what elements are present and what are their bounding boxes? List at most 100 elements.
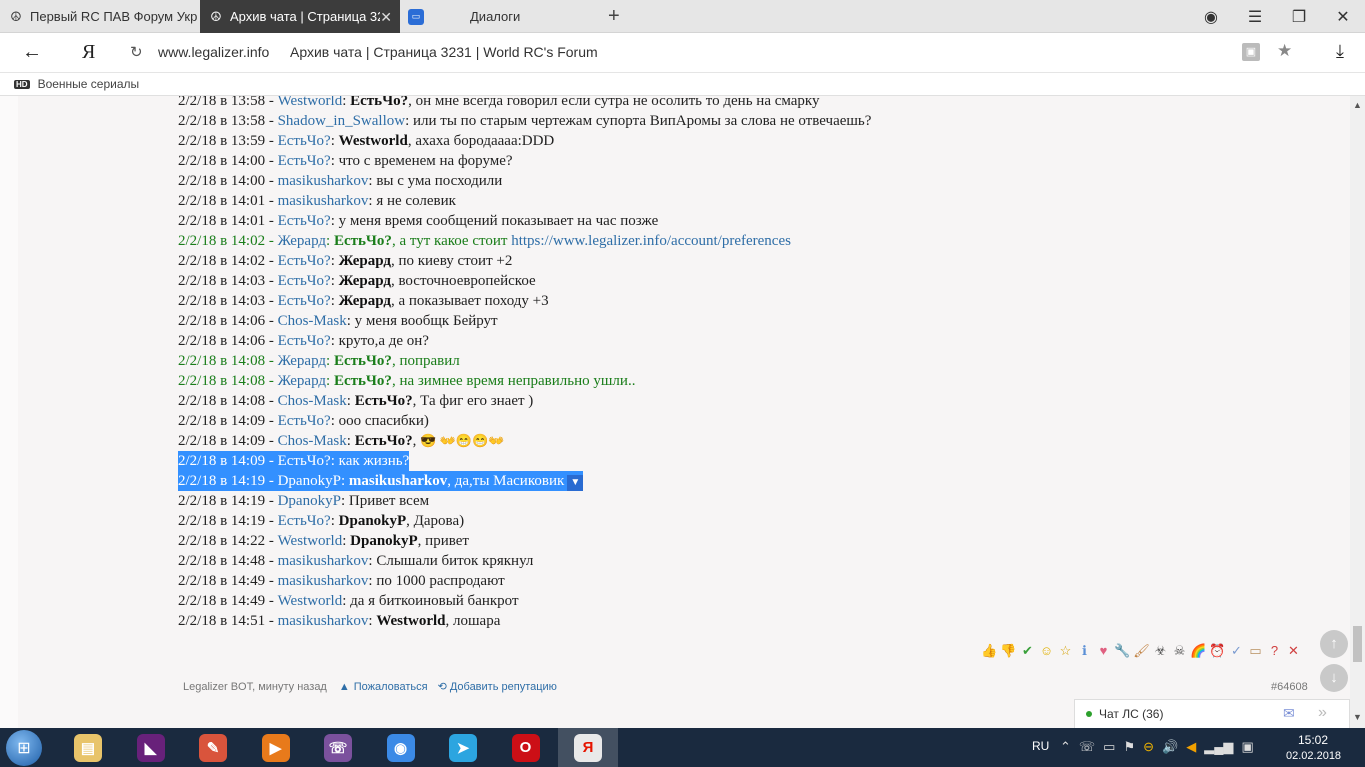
reaction-icon[interactable]: 👍 <box>981 643 998 659</box>
volume-tray-icon[interactable]: 🔊 <box>1162 739 1178 755</box>
reaction-icon[interactable]: ? <box>1266 643 1283 659</box>
message-author[interactable]: Chos-Mask <box>278 433 347 449</box>
message-author[interactable]: DpanokyP <box>278 493 341 509</box>
download-icon[interactable]: ⤓ <box>1336 41 1344 62</box>
dropdown-arrow-icon[interactable]: ▼ <box>567 475 584 491</box>
post-id[interactable]: #64608 <box>1271 681 1308 693</box>
taskbar-visual-studio[interactable]: ◣ <box>121 728 181 767</box>
reaction-icon[interactable]: 🌈 <box>1190 643 1207 659</box>
message-author[interactable]: ЕстьЧо? <box>278 273 331 289</box>
taskbar-yandex[interactable]: Я <box>558 728 618 767</box>
taskbar-explorer[interactable]: ▤ <box>58 728 118 767</box>
reaction-icon[interactable]: ☣ <box>1152 643 1169 659</box>
message-author[interactable]: masikusharkov <box>278 613 369 629</box>
expand-icon[interactable]: » <box>1318 704 1327 722</box>
message-author[interactable]: ЕстьЧо? <box>278 213 331 229</box>
scrollbar[interactable]: ▲ ▼ <box>1350 96 1365 728</box>
close-icon[interactable]: ✕ <box>380 9 392 26</box>
message-author[interactable]: Жерард <box>278 353 326 369</box>
scroll-down-button[interactable]: ↓ <box>1320 664 1348 692</box>
message-author[interactable]: Chos-Mask <box>278 313 347 329</box>
reaction-icon[interactable]: ⏰ <box>1209 643 1226 659</box>
reaction-icon[interactable]: ℹ <box>1076 643 1093 659</box>
tab-chat-archive[interactable]: ☮ Архив чата | Страница 3231 ✕ <box>200 0 400 33</box>
add-reputation-link[interactable]: Добавить репутацию <box>450 681 557 693</box>
reaction-icon[interactable]: ✕ <box>1285 643 1302 659</box>
chat-bubble-icon[interactable]: ✉ <box>1283 705 1295 722</box>
url-page-title[interactable]: Архив чата | Страница 3231 | World RC's … <box>290 44 598 60</box>
taskbar-telegram[interactable]: ➤ <box>433 728 493 767</box>
message-author[interactable]: ЕстьЧо? <box>278 413 331 429</box>
reaction-icon[interactable]: ✔ <box>1019 643 1036 659</box>
message-author[interactable]: masikusharkov <box>278 173 369 189</box>
report-link[interactable]: Пожаловаться <box>354 681 428 693</box>
lock-icon[interactable]: ▣ <box>1242 43 1260 61</box>
scrollbar-thumb[interactable] <box>1353 626 1362 662</box>
message-author[interactable]: DpanokyP <box>278 473 341 489</box>
reaction-icon[interactable]: ☆ <box>1057 643 1074 659</box>
mute-tray-icon[interactable]: ◀ <box>1186 739 1196 755</box>
viber-tray-icon[interactable]: ☏ <box>1079 739 1095 755</box>
message-author[interactable]: Westworld <box>278 593 343 609</box>
scroll-arrow-up-icon[interactable]: ▲ <box>1353 100 1362 110</box>
language-indicator[interactable]: RU <box>1032 739 1049 753</box>
tab-forum[interactable]: ☮ Первый RC ПАВ Форум Укр <box>0 0 200 33</box>
flag-tray-icon[interactable]: ⚑ <box>1123 739 1135 755</box>
message-author[interactable]: ЕстьЧо? <box>278 293 331 309</box>
message-author[interactable]: Жерард <box>278 233 326 249</box>
message-author[interactable]: masikusharkov <box>278 573 369 589</box>
message-author[interactable]: ЕстьЧо? <box>278 513 331 529</box>
message-link[interactable]: https://www.legalizer.info/account/prefe… <box>511 233 791 249</box>
reaction-icon[interactable]: 🔧 <box>1114 643 1131 659</box>
message-timestamp: 2/2/18 в 14:48 <box>178 553 266 569</box>
message-author[interactable]: Жерард <box>278 373 326 389</box>
close-window-icon[interactable]: ✕ <box>1321 7 1365 27</box>
message-author[interactable]: masikusharkov <box>278 193 369 209</box>
menu-icon[interactable]: ☰ <box>1233 7 1277 27</box>
taskbar-paint[interactable]: ✎ <box>183 728 243 767</box>
message-author[interactable]: ЕстьЧо? <box>278 153 331 169</box>
reaction-icon[interactable]: ♥ <box>1095 643 1112 659</box>
message-author[interactable]: ЕстьЧо? <box>278 333 331 349</box>
new-tab-button[interactable]: + <box>600 0 632 33</box>
post-author[interactable]: Legalizer BOT, минуту назад <box>183 681 327 693</box>
message-author[interactable]: Westworld <box>278 533 343 549</box>
scroll-arrow-down-icon[interactable]: ▼ <box>1353 712 1362 722</box>
yandex-logo[interactable]: Я <box>82 41 95 64</box>
taskbar-chrome[interactable]: ◉ <box>371 728 431 767</box>
reload-icon[interactable]: ↻ <box>130 43 143 61</box>
clock-time[interactable]: 15:02 <box>1298 733 1328 747</box>
tab-dialogs[interactable]: ▭ Диалоги <box>400 0 600 33</box>
star-icon[interactable]: ★ <box>1277 41 1292 61</box>
message-author[interactable]: ЕстьЧо? <box>278 133 331 149</box>
profile-icon[interactable]: ◉ <box>1189 7 1233 27</box>
reaction-icon[interactable]: ✓ <box>1228 643 1245 659</box>
taskbar-opera[interactable]: O <box>496 728 556 767</box>
reaction-icon[interactable]: ☠ <box>1171 643 1188 659</box>
taskbar-media-player[interactable]: ▶ <box>246 728 306 767</box>
message-author[interactable]: ЕстьЧо? <box>278 453 331 469</box>
start-button[interactable]: ⊞ <box>6 730 42 766</box>
bookmark-item[interactable]: HD Военные сериалы <box>14 77 139 91</box>
back-icon[interactable]: ← <box>22 41 42 64</box>
network-tray-icon[interactable]: ▣ <box>1241 739 1253 755</box>
chat-widget[interactable]: Чат ЛС (36) ✉ » <box>1074 699 1350 728</box>
message-author[interactable]: ЕстьЧо? <box>278 253 331 269</box>
reaction-icon[interactable]: ▭ <box>1247 643 1264 659</box>
message-author[interactable]: masikusharkov <box>278 553 369 569</box>
signal-tray-icon[interactable]: ▂▄▆ <box>1204 739 1233 755</box>
reaction-icon[interactable]: 🖌 <box>1133 643 1150 659</box>
reaction-icon[interactable]: 👎 <box>1000 643 1017 659</box>
tray-expand-icon[interactable]: ⌃ <box>1060 739 1071 755</box>
taskbar-viber[interactable]: ☏ <box>308 728 368 767</box>
clock-date[interactable]: 02.02.2018 <box>1286 750 1341 762</box>
update-tray-icon[interactable]: ⊖ <box>1143 739 1154 755</box>
url-domain[interactable]: www.legalizer.info <box>158 44 269 60</box>
scroll-up-button[interactable]: ↑ <box>1320 630 1348 658</box>
reaction-icon[interactable]: ☺ <box>1038 643 1055 659</box>
message-author[interactable]: Shadow_in_Swallow <box>278 113 406 129</box>
message-author[interactable]: Westworld <box>278 96 343 109</box>
restore-icon[interactable]: ❐ <box>1277 7 1321 27</box>
display-tray-icon[interactable]: ▭ <box>1103 739 1115 755</box>
message-author[interactable]: Chos-Mask <box>278 393 347 409</box>
